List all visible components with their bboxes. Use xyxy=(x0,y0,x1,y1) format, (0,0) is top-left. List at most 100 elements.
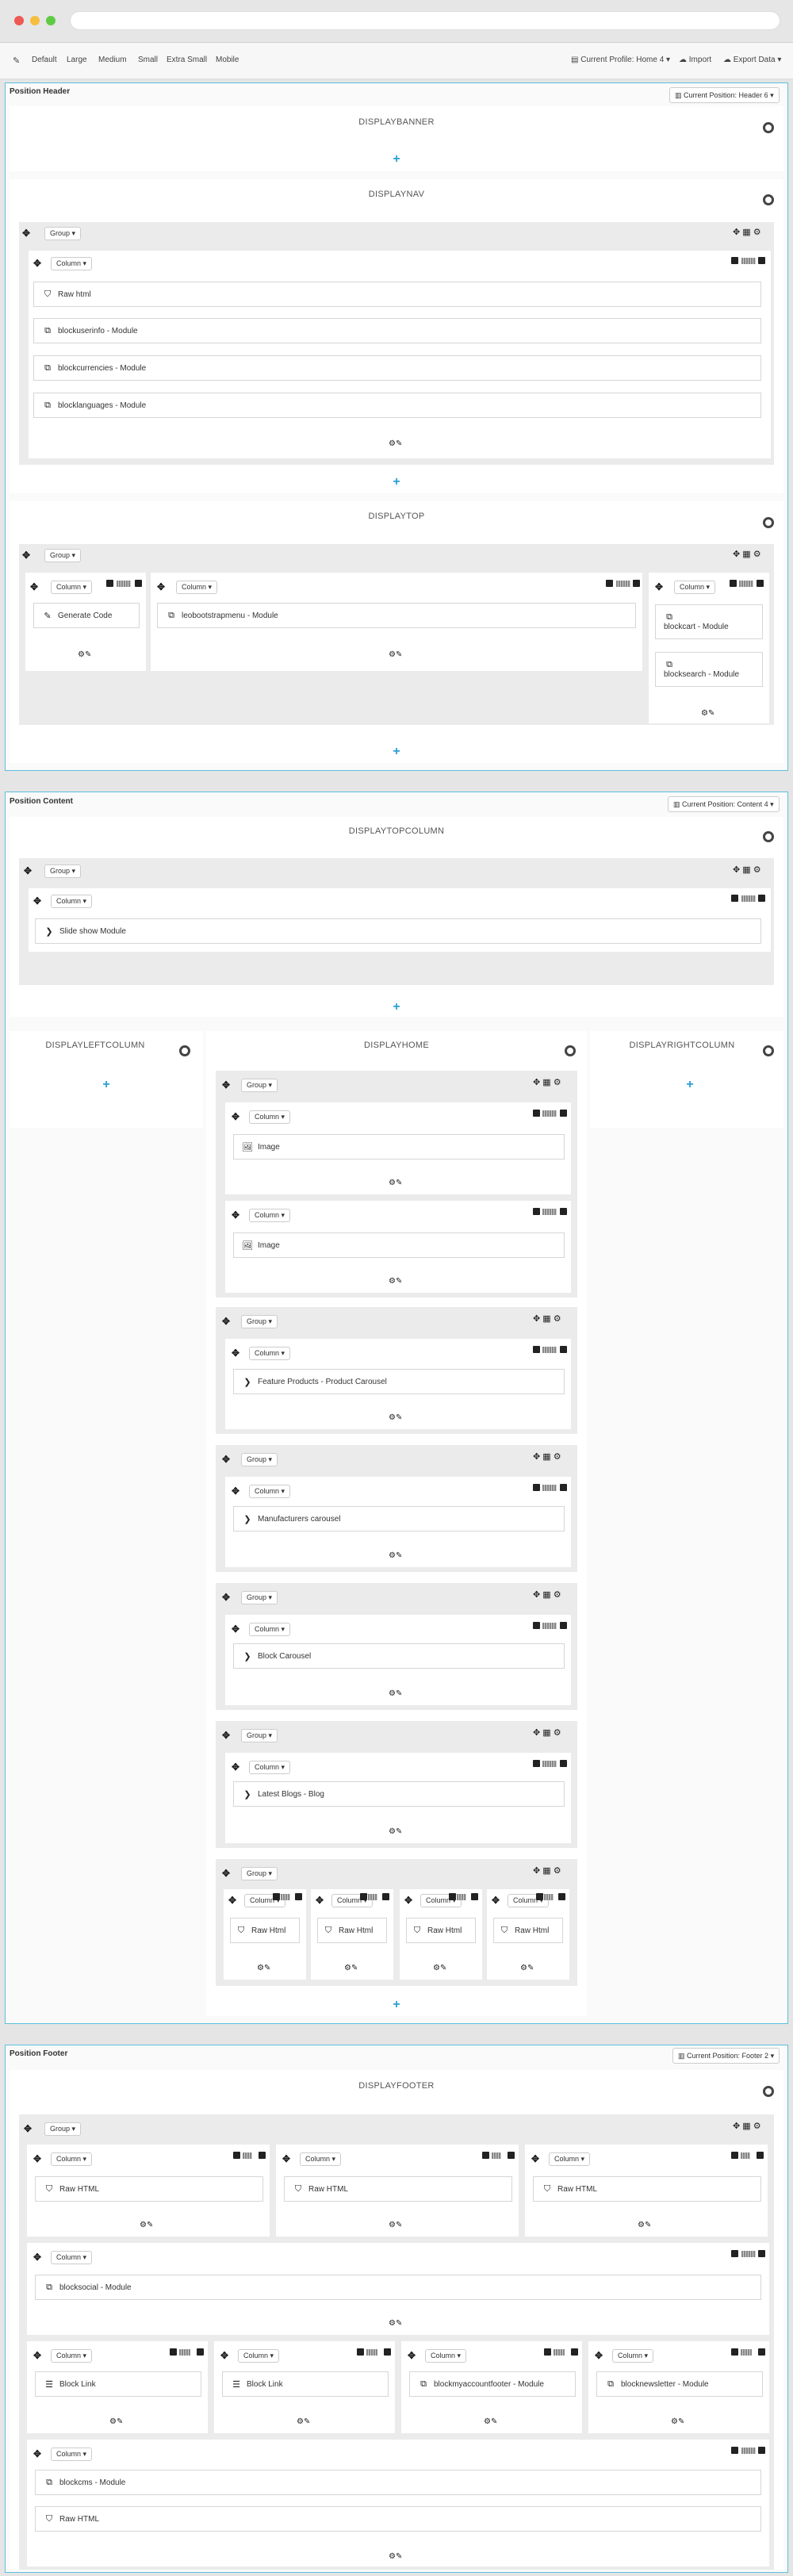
pencil-icon[interactable]: ✎ xyxy=(396,2552,402,2561)
move-icon[interactable]: ✥ xyxy=(531,2154,539,2164)
move-icon[interactable]: ✥ xyxy=(595,2351,603,2360)
minus-icon[interactable] xyxy=(106,580,113,587)
minus-icon[interactable] xyxy=(533,1346,540,1353)
add-group-button[interactable]: + xyxy=(389,1001,404,1014)
add-group-button[interactable]: + xyxy=(682,1079,698,1091)
column-width-bar[interactable] xyxy=(542,1761,557,1767)
move-icon[interactable]: ✥ xyxy=(404,1896,412,1905)
column-width-bar[interactable] xyxy=(542,1347,557,1353)
gear-icon[interactable]: ⚙ xyxy=(389,2221,396,2229)
gear-icon[interactable]: ⚙ xyxy=(389,1179,396,1187)
move-icon[interactable]: ✥ xyxy=(533,1728,540,1738)
move-icon[interactable]: ✥ xyxy=(22,228,30,238)
footer-position-select[interactable]: ▥ Current Position: Footer 2 ▾ xyxy=(672,2048,780,2064)
move-icon[interactable]: ✥ xyxy=(733,228,740,237)
gear-icon[interactable]: ⚙ xyxy=(554,1590,561,1600)
add-group-button[interactable]: + xyxy=(389,746,404,758)
column-width-bar[interactable] xyxy=(741,2152,750,2159)
minus-icon[interactable] xyxy=(731,2348,738,2356)
plus-icon[interactable] xyxy=(560,1760,567,1767)
module-blockuserinfo[interactable]: ⧉ blockuserinfo - Module xyxy=(33,318,761,343)
group-tools[interactable]: ✥ ▦ ⚙ xyxy=(733,864,761,875)
minus-icon[interactable] xyxy=(544,2348,551,2356)
module-raw-html[interactable]: ⛉ Raw HTML xyxy=(35,2176,263,2202)
column-dropdown[interactable]: Column xyxy=(249,1485,291,1498)
grid-icon[interactable]: ▦ xyxy=(542,1866,550,1876)
move-icon[interactable]: ✥ xyxy=(24,866,32,876)
add-group-button[interactable]: + xyxy=(389,1999,404,2011)
pencil-icon[interactable]: ✎ xyxy=(440,1964,446,1972)
gear-icon[interactable]: ⚙ xyxy=(389,1551,396,1560)
plus-icon[interactable] xyxy=(558,1893,565,1900)
move-icon[interactable]: ✥ xyxy=(157,582,165,592)
column-width-bar[interactable] xyxy=(368,1894,377,1900)
plus-icon[interactable] xyxy=(471,1893,478,1900)
import-button[interactable]: ☁ Import xyxy=(679,56,711,64)
move-icon[interactable]: ✥ xyxy=(222,1455,230,1464)
column-footer-tools[interactable]: ⚙✎ xyxy=(389,439,402,448)
gear-icon[interactable]: ⚙ xyxy=(389,1277,396,1286)
grid-icon[interactable]: ▦ xyxy=(542,1078,550,1087)
pencil-icon[interactable]: ✎ xyxy=(85,650,91,659)
minus-icon[interactable] xyxy=(360,1893,367,1900)
gear-icon[interactable]: ⚙ xyxy=(520,1964,527,1972)
pencil-icon[interactable]: ✎ xyxy=(491,2417,497,2426)
column-footer-tools[interactable]: ⚙✎ xyxy=(389,1827,402,1836)
address-bar[interactable] xyxy=(70,11,780,30)
column-dropdown[interactable]: Column xyxy=(300,2152,342,2166)
module-raw-html[interactable]: ⛉ Raw HTML xyxy=(35,2506,761,2532)
move-icon[interactable]: ✥ xyxy=(232,1112,239,1121)
move-icon[interactable]: ✥ xyxy=(33,896,41,906)
column-footer-tools[interactable]: ⚙✎ xyxy=(389,1689,402,1698)
group-tools[interactable]: ✥ ▦ ⚙ xyxy=(733,227,761,237)
column-footer-tools[interactable]: ⚙✎ xyxy=(389,1551,402,1560)
gear-icon[interactable]: ⚙ xyxy=(389,1827,396,1836)
move-icon[interactable]: ✥ xyxy=(282,2154,290,2164)
column-footer-tools[interactable]: ⚙✎ xyxy=(389,2221,402,2229)
column-width-bar[interactable] xyxy=(117,581,131,587)
plus-icon[interactable] xyxy=(560,1484,567,1491)
column-width-bar[interactable] xyxy=(542,1209,557,1215)
column-width-bar[interactable] xyxy=(741,2251,756,2257)
move-icon[interactable]: ✥ xyxy=(408,2351,416,2360)
toolbar-extra-small[interactable]: Extra Small xyxy=(167,56,207,64)
minus-icon[interactable] xyxy=(273,1893,280,1900)
move-icon[interactable]: ✥ xyxy=(33,259,41,268)
gear-icon[interactable]: ⚙ xyxy=(389,1689,396,1698)
gear-icon[interactable] xyxy=(763,194,774,205)
move-icon[interactable]: ✥ xyxy=(222,1869,230,1878)
gear-icon[interactable]: ⚙ xyxy=(554,1078,561,1087)
column-dropdown[interactable]: Column xyxy=(51,2349,93,2363)
column-width-bar[interactable] xyxy=(366,2349,377,2356)
gear-icon[interactable] xyxy=(763,1045,774,1056)
minus-icon[interactable] xyxy=(536,1893,543,1900)
column-dropdown[interactable]: Column xyxy=(612,2349,654,2363)
column-width-bar[interactable] xyxy=(739,581,753,587)
toolbar-large[interactable]: Large xyxy=(67,56,87,64)
minus-icon[interactable] xyxy=(482,2152,489,2159)
group-dropdown[interactable]: Group xyxy=(44,2122,82,2136)
minus-icon[interactable] xyxy=(731,2447,738,2454)
pencil-icon[interactable]: ✎ xyxy=(678,2417,684,2426)
gear-icon[interactable]: ⚙ xyxy=(344,1964,351,1972)
minus-icon[interactable] xyxy=(731,2152,738,2159)
gear-icon[interactable]: ⚙ xyxy=(753,550,761,559)
column-footer-tools[interactable]: ⚙✎ xyxy=(389,1277,402,1286)
group-tools[interactable]: ✥ ▦ ⚙ xyxy=(533,1727,561,1738)
gear-icon[interactable]: ⚙ xyxy=(78,650,85,659)
gear-icon[interactable]: ⚙ xyxy=(753,228,761,237)
column-footer-tools[interactable]: ⚙✎ xyxy=(484,2417,497,2426)
plus-icon[interactable] xyxy=(135,580,142,587)
module-block-link[interactable]: ☰ Block Link xyxy=(222,2371,389,2397)
column-dropdown[interactable]: Column xyxy=(51,895,93,908)
add-group-button[interactable]: + xyxy=(389,476,404,489)
minus-icon[interactable] xyxy=(606,580,613,587)
gear-icon[interactable]: ⚙ xyxy=(109,2417,117,2426)
gear-icon[interactable]: ⚙ xyxy=(554,1452,561,1462)
minimize-window-icon[interactable] xyxy=(30,16,40,25)
minus-icon[interactable] xyxy=(449,1893,456,1900)
column-dropdown[interactable]: Column xyxy=(51,2152,93,2166)
grid-icon[interactable]: ▦ xyxy=(742,2122,750,2131)
minus-icon[interactable] xyxy=(731,2250,738,2257)
move-icon[interactable]: ✥ xyxy=(222,1731,230,1740)
